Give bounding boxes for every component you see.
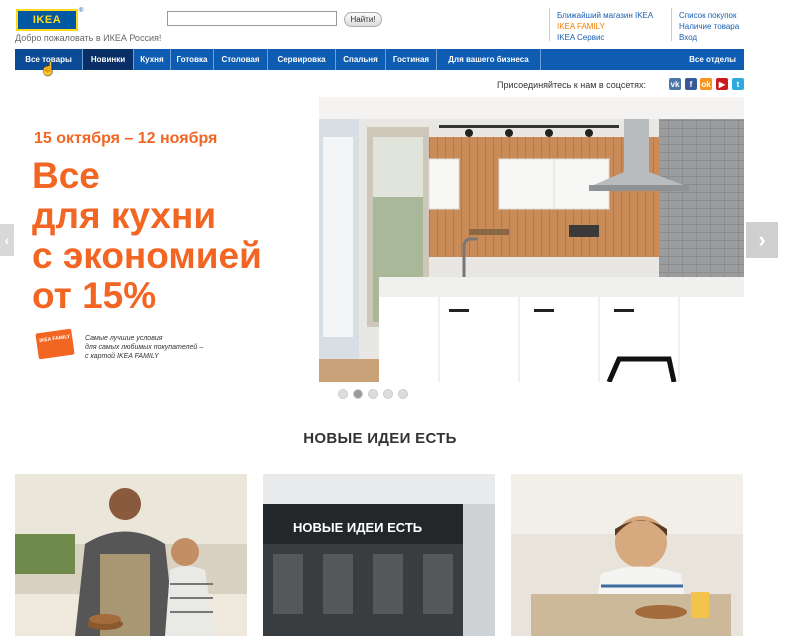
family-text: Самые лучшие условия для самых любимых п… [85,334,203,361]
nav-item-dining[interactable]: Столовая [214,49,268,70]
promo-headline-line: с экономией [32,235,262,276]
link-login[interactable]: Вход [679,32,789,43]
promo-date: 15 октября – 12 ноября [34,130,218,147]
nav-item-business[interactable]: Для вашего бизнеса [437,49,541,70]
idea-tile-child-image[interactable] [511,474,743,636]
twitter-icon[interactable]: t [732,78,744,90]
family-text-line: с картой IKEA FAMILY [85,353,159,360]
trademark-mark: ® [79,8,84,14]
hero-kitchen-image[interactable] [319,97,744,382]
slide-dot-active[interactable] [353,389,363,399]
nav-item-living-room[interactable]: Гостиная [386,49,437,70]
vk-icon[interactable]: vk [669,78,681,90]
promo-headline-line: от 15% [32,275,157,316]
social-label: Присоединяйтесь к нам в соцсетях: [497,80,647,90]
header-links-stores: Ближайший магазин IKEA IKEA FAMILY IKEA … [557,10,669,43]
family-text-line: Самые лучшие условия [85,335,163,342]
family-card-label: IKEA FAMILY [39,333,71,345]
search-button[interactable]: Найти! [344,12,382,27]
promo-headline-line: для кухни [32,195,217,236]
facebook-icon[interactable]: f [685,78,697,90]
link-shopping-list[interactable]: Список покупок [679,10,789,21]
nav-item-bedroom[interactable]: Спальня [336,49,386,70]
odnoklassniki-icon[interactable]: ok [700,78,712,90]
search-input[interactable] [167,11,337,26]
slide-dot[interactable] [398,389,408,399]
logo-text: IKEA [32,14,62,26]
nav-item-serving[interactable]: Сервировка [268,49,336,70]
welcome-text: Добро пожаловать в ИКЕА Россия! [15,33,162,43]
slide-dot[interactable] [383,389,393,399]
header-links-account: Список покупок Наличие товара Вход [679,10,789,43]
link-stock-check[interactable]: Наличие товара [679,21,789,32]
nav-item-kitchen[interactable]: Кухня [134,49,171,70]
youtube-icon[interactable]: ▶ [716,78,728,90]
slide-dot[interactable] [338,389,348,399]
slide-dot[interactable] [368,389,378,399]
nav-item-all-departments[interactable]: Все отделы [541,49,744,70]
header-divider [549,8,550,41]
ikea-family-card-icon: IKEA FAMILY [35,328,75,360]
section-title: НОВЫЕ ИДЕИ ЕСТЬ [303,430,457,447]
header-divider [671,8,672,41]
carousel-next-arrow-icon[interactable]: › [746,222,778,258]
cafe-sign-text: НОВЫЕ ИДЕИ ЕСТЬ [293,520,422,535]
family-text-line: для самых любимых покупателей – [85,344,204,351]
link-nearest-store[interactable]: Ближайший магазин IKEA [557,10,669,21]
promo-headline-line: Все [32,155,100,196]
nav-item-new[interactable]: Новинки [83,49,134,70]
idea-tile-cafe-image[interactable]: НОВЫЕ ИДЕИ ЕСТЬ [263,474,495,636]
idea-tile-family-image[interactable] [15,474,247,636]
ikea-logo[interactable]: IKEA [16,9,78,31]
main-nav: Все товары Новинки Кухня Готовка Столова… [15,49,744,70]
mouse-cursor-icon: ☝ [40,61,57,76]
link-ikea-family[interactable]: IKEA FAMILY [557,21,669,32]
link-ikea-service[interactable]: IKEA Сервис [557,32,669,43]
slide-dots [338,389,408,399]
carousel-prev-arrow-icon[interactable]: ‹ [0,224,14,256]
nav-item-cooking[interactable]: Готовка [171,49,214,70]
